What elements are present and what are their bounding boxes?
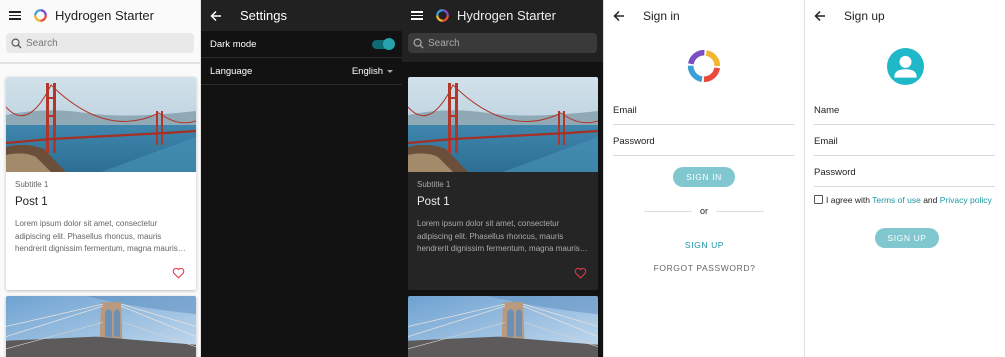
- password-field[interactable]: Password: [814, 156, 995, 187]
- screen-title: Settings: [240, 8, 287, 23]
- app-bar: Sign up: [805, 0, 1005, 31]
- and-text: and: [923, 195, 938, 205]
- heart-icon[interactable]: [172, 267, 185, 279]
- app-bar: Hydrogen Starter: [0, 0, 200, 31]
- screen-title: Sign up: [844, 8, 885, 23]
- password-label: Password: [814, 167, 856, 178]
- screens-row: Hydrogen Starter Search Subtitle 1 Post …: [0, 0, 1005, 357]
- search-icon: [413, 38, 424, 49]
- app-bar: Settings: [201, 0, 402, 31]
- post-image: [6, 77, 196, 172]
- post-image: [408, 77, 598, 172]
- search-bar: Search: [402, 31, 603, 62]
- terms-agreement: I agree with Terms of use and Privacy po…: [814, 195, 994, 205]
- post-title: Post 1: [15, 196, 48, 208]
- email-field[interactable]: Email: [814, 125, 995, 156]
- search-input[interactable]: Search: [408, 33, 597, 53]
- privacy-policy-link[interactable]: Privacy policy: [940, 195, 992, 205]
- settings-screen: Settings Dark mode Language English: [201, 0, 402, 357]
- screen-title: Sign in: [643, 8, 680, 23]
- search-placeholder: Search: [428, 37, 460, 49]
- back-arrow-icon[interactable]: [613, 10, 625, 22]
- heart-icon[interactable]: [574, 267, 587, 279]
- divider: [0, 62, 200, 64]
- account-avatar-icon[interactable]: [887, 48, 924, 85]
- name-label: Name: [814, 105, 840, 116]
- sign-in-button[interactable]: SIGN IN: [673, 167, 735, 187]
- language-select[interactable]: English: [352, 66, 393, 77]
- password-field[interactable]: Password: [613, 125, 794, 156]
- search-input[interactable]: Search: [6, 33, 194, 53]
- setting-label: Dark mode: [210, 38, 257, 50]
- app-bar: Sign in: [604, 0, 804, 31]
- setting-label: Language: [210, 65, 253, 77]
- post-title: Post 1: [417, 196, 450, 208]
- setting-language: Language English: [201, 58, 402, 85]
- email-label: Email: [814, 136, 838, 147]
- home-screen-dark: Hydrogen Starter Search Subtitle 1 Post …: [402, 0, 603, 357]
- post-subtitle: Subtitle 1: [15, 180, 49, 189]
- dropdown-caret-icon: [387, 69, 393, 73]
- app-title: Hydrogen Starter: [457, 8, 556, 23]
- menu-icon[interactable]: [9, 11, 21, 20]
- email-field[interactable]: Email: [613, 94, 794, 125]
- or-text: or: [700, 206, 709, 216]
- app-title: Hydrogen Starter: [55, 8, 154, 23]
- agree-text: I agree with: [826, 195, 870, 205]
- post-card[interactable]: [6, 296, 196, 357]
- forgot-password-link[interactable]: FORGOT PASSWORD?: [604, 263, 804, 273]
- password-label: Password: [613, 136, 655, 147]
- terms-of-use-link[interactable]: Terms of use: [872, 195, 921, 205]
- agree-checkbox[interactable]: [814, 195, 823, 204]
- name-field[interactable]: Name: [814, 94, 995, 125]
- post-card[interactable]: Subtitle 1 Post 1 Lorem ipsum dolor sit …: [408, 77, 598, 290]
- search-placeholder: Search: [26, 37, 58, 49]
- language-value: English: [351, 65, 383, 77]
- post-image: [408, 296, 598, 357]
- sign-in-screen: Sign in Email Password SIGN IN or SIGN U…: [603, 0, 804, 357]
- sign-up-button[interactable]: SIGN UP: [875, 228, 939, 248]
- home-screen-light: Hydrogen Starter Search Subtitle 1 Post …: [0, 0, 201, 357]
- back-arrow-icon[interactable]: [210, 10, 222, 22]
- post-excerpt: Lorem ipsum dolor sit amet, consectetur …: [417, 219, 588, 253]
- hydrogen-logo-icon: [436, 9, 449, 22]
- sign-up-screen: Sign up Name Email Password I agree with…: [804, 0, 1005, 357]
- back-arrow-icon[interactable]: [814, 10, 826, 22]
- post-image: [6, 296, 196, 357]
- setting-dark-mode: Dark mode: [201, 31, 402, 58]
- email-label: Email: [613, 105, 637, 116]
- post-card[interactable]: Subtitle 1 Post 1 Lorem ipsum dolor sit …: [6, 77, 196, 290]
- hydrogen-logo-icon: [34, 9, 47, 22]
- search-icon: [11, 38, 22, 49]
- dark-mode-toggle[interactable]: [372, 37, 395, 50]
- sign-up-link[interactable]: SIGN UP: [604, 240, 804, 250]
- menu-icon[interactable]: [411, 11, 423, 20]
- post-subtitle: Subtitle 1: [417, 180, 451, 189]
- app-bar: Hydrogen Starter: [402, 0, 603, 31]
- hydrogen-logo-icon: [687, 49, 721, 83]
- post-excerpt: Lorem ipsum dolor sit amet, consectetur …: [15, 219, 186, 253]
- or-divider: or: [644, 206, 765, 216]
- post-card[interactable]: [408, 296, 598, 357]
